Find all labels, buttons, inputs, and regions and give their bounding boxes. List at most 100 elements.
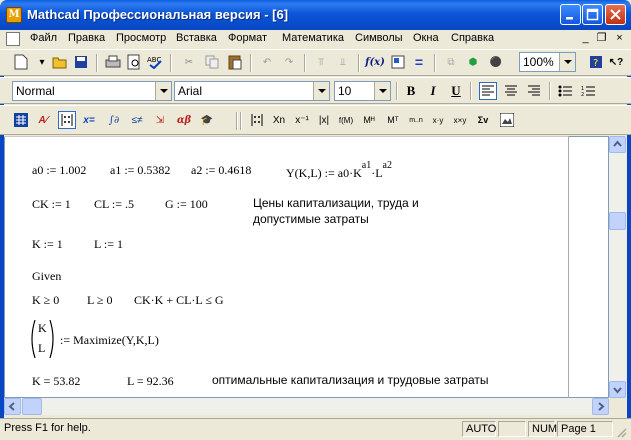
minimize-button[interactable] [560,4,581,25]
transpose-button[interactable]: Mᵀ [384,111,402,129]
align-top-icon[interactable]: ⫪ [312,53,330,71]
ck-definition[interactable]: CK := 1 [32,197,71,212]
superscript-button[interactable]: Mᴴ [360,111,378,129]
evaluation-icon[interactable]: x= [80,111,98,129]
l-result[interactable]: L = 92.36 [127,374,174,389]
zoom-select[interactable]: 100% [519,52,576,72]
print-preview-icon[interactable] [125,53,143,71]
menu-view[interactable]: Просмотр [116,32,166,44]
copy-icon[interactable] [203,53,221,71]
menu-insert[interactable]: Вставка [176,32,217,44]
bullet-list-icon[interactable] [556,82,574,100]
undo-icon[interactable]: ↶ [258,53,276,71]
calculus-icon[interactable]: ∫∂ [105,111,123,129]
menu-symbols[interactable]: Символы [355,32,403,44]
scroll-left-button[interactable] [4,398,21,415]
k-initial[interactable]: K := 1 [32,237,63,252]
paste-icon[interactable] [226,53,244,71]
dot-product-button[interactable]: x·y [429,111,447,129]
menu-math[interactable]: Математика [282,32,344,44]
subscript-button[interactable]: Xn [270,111,288,129]
constraint-l[interactable]: L ≥ 0 [87,293,112,308]
numbered-list-icon[interactable]: 12 [579,82,597,100]
align-left-icon[interactable] [479,82,497,100]
resources-icon[interactable]: ⬢ [464,53,482,71]
scroll-down-button[interactable] [609,381,626,398]
range-button[interactable]: m..n [404,111,428,129]
given-keyword[interactable]: Given [32,269,61,284]
calculate-icon[interactable]: = [410,53,428,71]
result-vector[interactable]: K L [28,318,58,360]
programming-icon[interactable]: ⇲ [151,111,169,129]
inverse-button[interactable]: x⁻¹ [293,111,311,129]
calculator-icon[interactable] [12,111,30,129]
align-down-icon[interactable]: ⫫ [334,53,352,71]
underline-button[interactable]: U [447,82,465,100]
vectorize-button[interactable]: f(M) [337,111,355,129]
cl-definition[interactable]: CL := .5 [94,197,134,212]
mdi-minimize-button[interactable]: _ [578,32,593,46]
menu-file[interactable]: Файл [30,32,57,44]
spell-check-icon[interactable]: ABC [146,53,164,71]
new-icon[interactable] [12,53,30,71]
font-size-select[interactable]: 10 [334,81,391,101]
a0-definition[interactable]: a0 := 1.002 [32,163,86,178]
italic-button[interactable]: I [424,82,442,100]
redo-icon[interactable]: ↷ [280,53,298,71]
horizontal-scroll-thumb[interactable] [22,398,42,415]
resize-grip-icon[interactable] [615,426,627,438]
scroll-up-button[interactable] [609,136,626,153]
maximize-button[interactable] [582,4,603,25]
greek-icon[interactable]: αβ [175,111,193,129]
k-result[interactable]: K = 53.82 [32,374,80,389]
align-center-icon[interactable] [502,82,520,100]
style-select[interactable]: Normal [12,81,172,101]
component-icon[interactable]: ⧉ [442,53,460,71]
save-icon[interactable] [72,53,90,71]
vertical-scrollbar[interactable] [609,136,626,398]
a1-definition[interactable]: a1 := 0.5382 [110,163,170,178]
prices-comment-line2[interactable]: допустимые затраты [253,212,369,226]
close-button[interactable] [605,4,626,25]
menu-windows[interactable]: Окна [413,32,439,44]
l-initial[interactable]: L := 1 [94,237,123,252]
matrix-icon[interactable] [58,111,76,129]
font-select[interactable]: Arial [174,81,330,101]
mathcad-app-icon[interactable]: M [6,7,22,23]
vector-sum-button[interactable]: Σv [474,111,492,129]
insert-matrix-icon[interactable] [248,111,266,129]
document-icon[interactable] [6,32,20,46]
constraint-k[interactable]: K ≥ 0 [32,293,59,308]
align-right-icon[interactable] [525,82,543,100]
g-definition[interactable]: G := 100 [165,197,208,212]
cut-icon[interactable]: ✂ [180,53,198,71]
print-icon[interactable] [104,53,122,71]
optimal-comment[interactable]: оптимальные капитализация и трудовые зат… [212,373,489,387]
menu-format[interactable]: Формат [228,32,267,44]
bold-button[interactable]: B [402,82,420,100]
menu-help[interactable]: Справка [451,32,494,44]
production-function[interactable]: Y(K,L) := a0·Ka1·La2 [286,160,392,180]
cross-product-button[interactable]: x×y [451,111,469,129]
vertical-scroll-thumb[interactable] [609,212,626,230]
mdi-close-button[interactable]: × [612,32,627,46]
prices-comment-line1[interactable]: Цены капитализации, труда и [253,196,419,210]
a2-definition[interactable]: a2 := 0.4618 [191,163,251,178]
maximize-expression[interactable]: := Maximize(Y,K,L) [60,333,159,348]
graph-icon[interactable]: A⁄ [34,111,52,129]
picture-icon[interactable] [498,111,516,129]
insert-function-icon[interactable]: f(x) [365,53,385,71]
network-icon[interactable]: ⚫ [487,53,505,71]
new-dropdown-icon[interactable]: ▾ [33,53,51,71]
open-icon[interactable] [51,53,69,71]
constraint-budget[interactable]: CK·K + CL·L ≤ G [134,293,224,308]
horizontal-scrollbar[interactable] [4,398,609,415]
symbolic-icon[interactable]: 🎓 [198,111,216,129]
determinant-button[interactable]: |x| [315,111,333,129]
scroll-right-button[interactable] [592,398,609,415]
help-book-icon[interactable]: ? [587,53,605,71]
mdi-restore-button[interactable]: ❐ [594,32,609,46]
boolean-icon[interactable]: ≤≠ [128,111,146,129]
menu-edit[interactable]: Правка [68,32,105,44]
insert-unit-icon[interactable] [389,53,407,71]
